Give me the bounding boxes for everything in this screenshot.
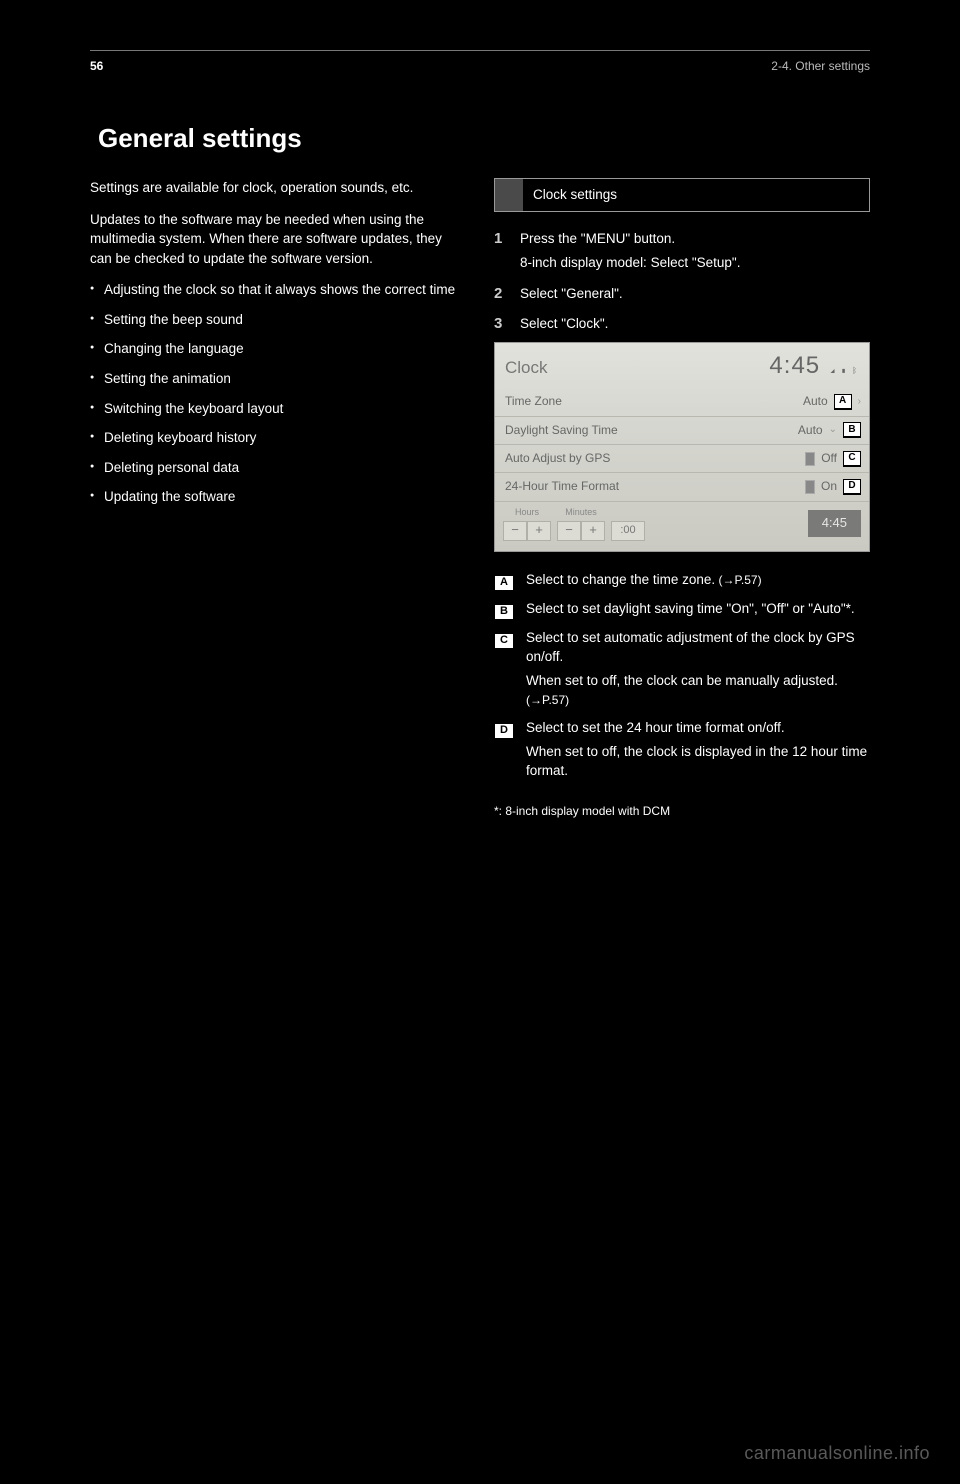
hours-label: Hours xyxy=(515,506,539,519)
desc-c-ref: (→P.57) xyxy=(526,693,569,707)
left-column: Settings are available for clock, operat… xyxy=(90,178,466,832)
row-time-zone[interactable]: Time Zone Auto A › xyxy=(495,388,869,416)
preview-clock: 4:45 xyxy=(808,510,861,537)
badge-d: D xyxy=(843,479,861,495)
step-1b: 8-inch display model: Select "Setup". xyxy=(520,253,870,273)
step-text: Press the "MENU" button. xyxy=(520,229,675,249)
list-item: Setting the beep sound xyxy=(90,310,466,330)
intro-paragraph-2: Updates to the software may be needed wh… xyxy=(90,210,466,269)
h24-toggle[interactable] xyxy=(805,480,815,494)
zero-stepper: :00 xyxy=(611,506,645,541)
step-text: Select "General". xyxy=(520,284,623,304)
chapter-label: 2-4. Other settings xyxy=(771,59,870,73)
step-2: 2 Select "General". xyxy=(494,283,870,305)
step-number: 2 xyxy=(494,283,512,305)
hours-stepper: Hours − + xyxy=(503,506,551,541)
desc-c-text-1: Select to set automatic adjustment of th… xyxy=(526,628,870,667)
right-column: Clock settings 1 Press the "MENU" button… xyxy=(494,178,870,832)
h24-label: 24-Hour Time Format xyxy=(505,478,619,495)
desc-b: B Select to set daylight saving time "On… xyxy=(494,599,870,622)
sc-title: Clock xyxy=(505,356,548,381)
gps-value: Off xyxy=(821,450,837,467)
footnote: *: 8-inch display model with DCM xyxy=(494,803,870,820)
clock-settings-screenshot: Clock 4:45 ◢ ▮ ᛒ Time Zone Auto A › Day xyxy=(494,342,870,551)
desc-d: D Select to set the 24 hour time format … xyxy=(494,718,870,793)
step-1a: 1 Press the "MENU" button. xyxy=(494,228,870,250)
step-number: 3 xyxy=(494,313,512,335)
h24-value: On xyxy=(821,478,837,495)
step-3: 3 Select "Clock". xyxy=(494,313,870,335)
chevron-right-icon: › xyxy=(858,395,861,410)
chevron-down-icon: ⌄ xyxy=(829,423,837,438)
heading-label: Clock settings xyxy=(523,179,627,211)
step-number: 1 xyxy=(494,228,512,250)
zero-minutes-button[interactable]: :00 xyxy=(611,521,645,541)
desc-b-text: Select to set daylight saving time "On",… xyxy=(526,601,855,616)
desc-c-text-2: When set to off, the clock can be manual… xyxy=(526,673,838,688)
header-divider xyxy=(90,50,870,51)
status-icons: ◢ ▮ ᛒ xyxy=(830,365,859,377)
row-dst[interactable]: Daylight Saving Time Auto ⌄ B xyxy=(495,417,869,445)
hours-minus-button[interactable]: − xyxy=(503,521,527,541)
list-item: Setting the animation xyxy=(90,369,466,389)
list-item: Deleting personal data xyxy=(90,458,466,478)
hours-plus-button[interactable]: + xyxy=(527,521,551,541)
page-number: 56 xyxy=(90,59,103,73)
minutes-minus-button[interactable]: − xyxy=(557,521,581,541)
badge-b: B xyxy=(843,422,861,438)
list-item: Adjusting the clock so that it always sh… xyxy=(90,280,466,300)
page-title: General settings xyxy=(98,123,870,154)
sc-clock-display: 4:45 xyxy=(769,349,820,384)
page-header: 56 2-4. Other settings xyxy=(90,59,870,73)
minutes-label: Minutes xyxy=(565,506,597,519)
badge-a: A xyxy=(834,394,852,410)
dst-value: Auto xyxy=(798,422,823,439)
sc-adjust-row: Hours − + Minutes − + xyxy=(495,502,869,541)
desc-a-text: Select to change the time zone. xyxy=(526,572,715,587)
badge-a-desc: A xyxy=(494,575,514,593)
badge-d-desc: D xyxy=(494,723,514,741)
list-item: Changing the language xyxy=(90,339,466,359)
row-24h[interactable]: 24-Hour Time Format On D xyxy=(495,473,869,501)
sc-header: Clock 4:45 ◢ ▮ ᛒ xyxy=(495,343,869,388)
row-gps[interactable]: Auto Adjust by GPS Off C xyxy=(495,445,869,473)
tz-value: Auto xyxy=(803,393,828,410)
minutes-plus-button[interactable]: + xyxy=(581,521,605,541)
list-item: Switching the keyboard layout xyxy=(90,399,466,419)
badge-b-desc: B xyxy=(494,604,514,622)
list-item: Updating the software xyxy=(90,487,466,507)
badge-c-desc: C xyxy=(494,633,514,651)
badge-c: C xyxy=(843,451,861,467)
gps-toggle[interactable] xyxy=(805,452,815,466)
desc-c: C Select to set automatic adjustment of … xyxy=(494,628,870,712)
desc-a: A Select to change the time zone. (→P.57… xyxy=(494,570,870,593)
gps-label: Auto Adjust by GPS xyxy=(505,450,610,467)
desc-d-text-2: When set to off, the clock is displayed … xyxy=(526,742,870,781)
feature-list: Adjusting the clock so that it always sh… xyxy=(90,280,466,507)
heading-accent-box xyxy=(495,179,523,211)
step-text: Select "Clock". xyxy=(520,314,608,334)
tz-label: Time Zone xyxy=(505,393,562,410)
desc-a-ref: (→P.57) xyxy=(715,573,761,587)
desc-d-text-1: Select to set the 24 hour time format on… xyxy=(526,718,870,738)
minutes-stepper: Minutes − + xyxy=(557,506,605,541)
intro-paragraph-1: Settings are available for clock, operat… xyxy=(90,178,466,198)
section-heading-bar: Clock settings xyxy=(494,178,870,212)
list-item: Deleting keyboard history xyxy=(90,428,466,448)
dst-label: Daylight Saving Time xyxy=(505,422,618,439)
watermark: carmanualsonline.info xyxy=(744,1443,930,1464)
